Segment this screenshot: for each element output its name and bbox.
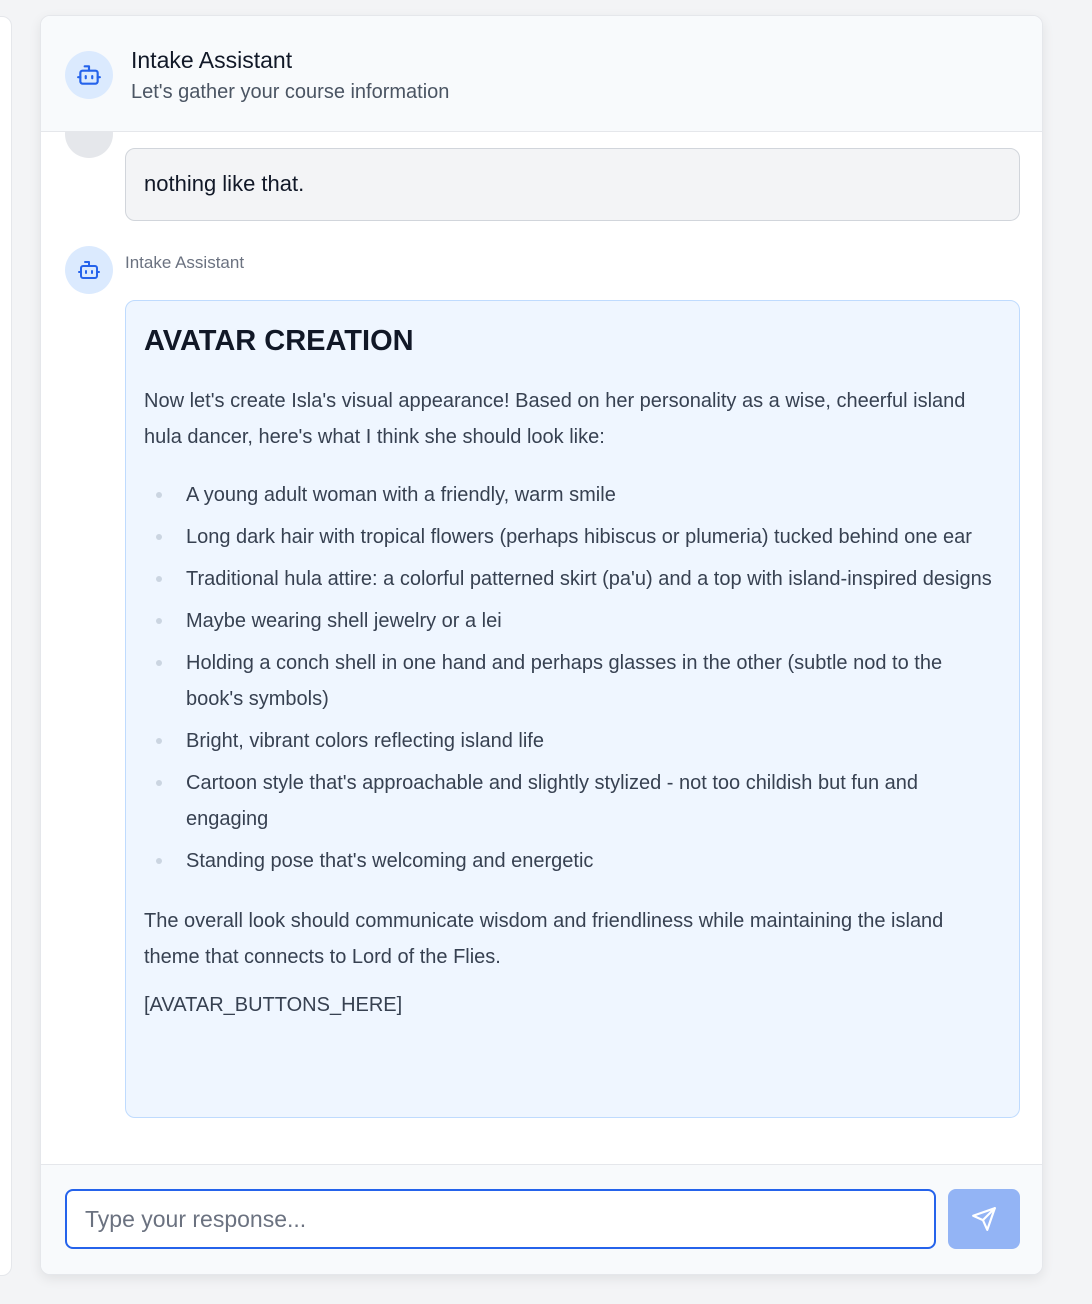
robot-icon [78, 261, 100, 279]
assistant-avatar [65, 246, 113, 294]
bullet-dot [156, 576, 162, 582]
left-panel [0, 16, 12, 1276]
message-heading: AVATAR CREATION [144, 325, 414, 357]
list-item-text: Traditional hula attire: a colorful patt… [186, 568, 992, 590]
assistant-message-bubble: AVATAR CREATION Now let's create Isla's … [125, 300, 1020, 1118]
user-avatar [65, 132, 113, 158]
list-item-text: Holding a conch shell in one hand and pe… [186, 652, 943, 710]
user-message-text: nothing like that. [144, 171, 305, 196]
response-input[interactable] [65, 1189, 936, 1249]
list-item: Maybe wearing shell jewelry or a lei [144, 603, 1001, 639]
list-item-text: Maybe wearing shell jewelry or a lei [186, 610, 502, 632]
bullet-dot [156, 492, 162, 498]
user-message-bubble: nothing like that. [125, 148, 1020, 221]
bullet-dot [156, 738, 162, 744]
list-item: Traditional hula attire: a colorful patt… [144, 561, 1001, 597]
message-list: nothing like that. Intake Assistant AVAT… [41, 132, 1042, 1164]
bullet-dot [156, 618, 162, 624]
chat-window: Intake Assistant Let's gather your cours… [40, 15, 1043, 1275]
list-item: Bright, vibrant colors reflecting island… [144, 723, 1001, 759]
list-item: A young adult woman with a friendly, war… [144, 477, 1001, 513]
list-item-text: Long dark hair with tropical flowers (pe… [186, 526, 972, 548]
sender-name: Intake Assistant [125, 253, 245, 272]
list-item: Cartoon style that's approachable and sl… [144, 765, 1001, 837]
list-item: Standing pose that's welcoming and energ… [144, 843, 1001, 879]
list-item: Long dark hair with tropical flowers (pe… [144, 519, 1001, 555]
bullet-list: A young adult woman with a friendly, war… [144, 477, 1001, 879]
bullet-dot [156, 660, 162, 666]
header-title: Intake Assistant [131, 47, 293, 73]
message-intro: Now let's create Isla's visual appearanc… [144, 390, 966, 448]
chat-header: Intake Assistant Let's gather your cours… [41, 16, 1042, 132]
message-closing: The overall look should communicate wisd… [144, 910, 944, 968]
list-item-text: Cartoon style that's approachable and sl… [186, 772, 919, 830]
assistant-avatar [65, 51, 113, 99]
bullet-dot [156, 534, 162, 540]
list-item: Holding a conch shell in one hand and pe… [144, 645, 1001, 717]
robot-icon [77, 65, 101, 85]
list-item-text: A young adult woman with a friendly, war… [186, 484, 616, 506]
list-item-text: Standing pose that's welcoming and energ… [186, 850, 594, 872]
header-subtitle: Let's gather your course information [131, 81, 450, 103]
send-icon [972, 1207, 996, 1231]
avatar-buttons-placeholder: [AVATAR_BUTTONS_HERE] [144, 994, 403, 1016]
send-button[interactable] [948, 1189, 1020, 1249]
bullet-dot [156, 858, 162, 864]
input-bar [41, 1164, 1042, 1274]
list-item-text: Bright, vibrant colors reflecting island… [186, 730, 544, 752]
bullet-dot [156, 780, 162, 786]
